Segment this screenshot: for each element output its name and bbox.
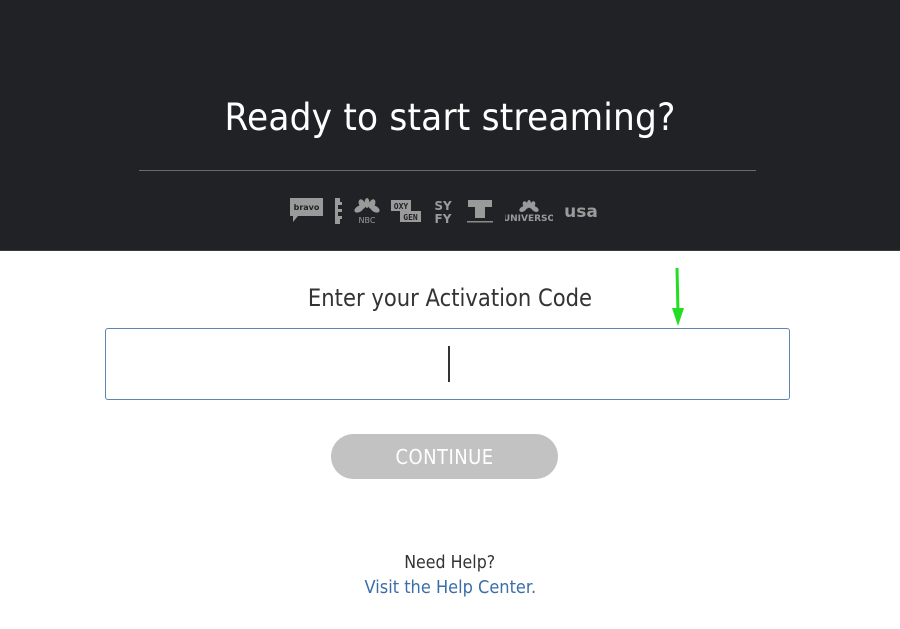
syfy-logo-icon: SY FY (431, 198, 455, 224)
svg-text:FY: FY (435, 212, 452, 224)
continue-button-label: CONTINUE (395, 444, 494, 469)
e-network-logo-icon (333, 198, 343, 224)
svg-text:SY: SY (434, 199, 452, 213)
svg-text:OXY: OXY (394, 202, 409, 211)
telemundo-logo-icon (465, 198, 495, 224)
hero-divider (139, 170, 756, 171)
nbc-logo-icon: NBC (353, 198, 381, 224)
svg-text:NBC: NBC (359, 216, 376, 224)
continue-button[interactable]: CONTINUE (331, 434, 558, 479)
help-center-link-label: Visit the Help Center. (364, 577, 536, 598)
bravo-logo-icon: bravo (290, 198, 323, 224)
hero-title: Ready to start streaming? (224, 96, 676, 139)
svg-text:GEN: GEN (403, 213, 418, 222)
universo-logo-icon: UNIVERSO (505, 198, 553, 224)
network-logos: bravo NBC OXY GEN SY FY UNIVERSO usa (290, 196, 609, 226)
activation-code-label: Enter your Activation Code (307, 284, 593, 312)
oxygen-logo-icon: OXY GEN (391, 199, 421, 223)
svg-text:usa: usa (564, 202, 598, 222)
usa-network-logo-icon: usa (563, 200, 599, 222)
need-help-label: Need Help? (404, 552, 496, 573)
activation-code-field[interactable] (105, 328, 790, 400)
help-center-link[interactable]: Visit the Help Center. (0, 577, 900, 598)
activation-page: Ready to start streaming? bravo NBC OXY … (0, 0, 900, 629)
hero-banner: Ready to start streaming? bravo NBC OXY … (0, 0, 900, 251)
svg-text:UNIVERSO: UNIVERSO (505, 214, 553, 224)
text-cursor (448, 346, 450, 382)
need-help-text: Need Help? (0, 552, 900, 573)
svg-text:bravo: bravo (294, 203, 320, 212)
